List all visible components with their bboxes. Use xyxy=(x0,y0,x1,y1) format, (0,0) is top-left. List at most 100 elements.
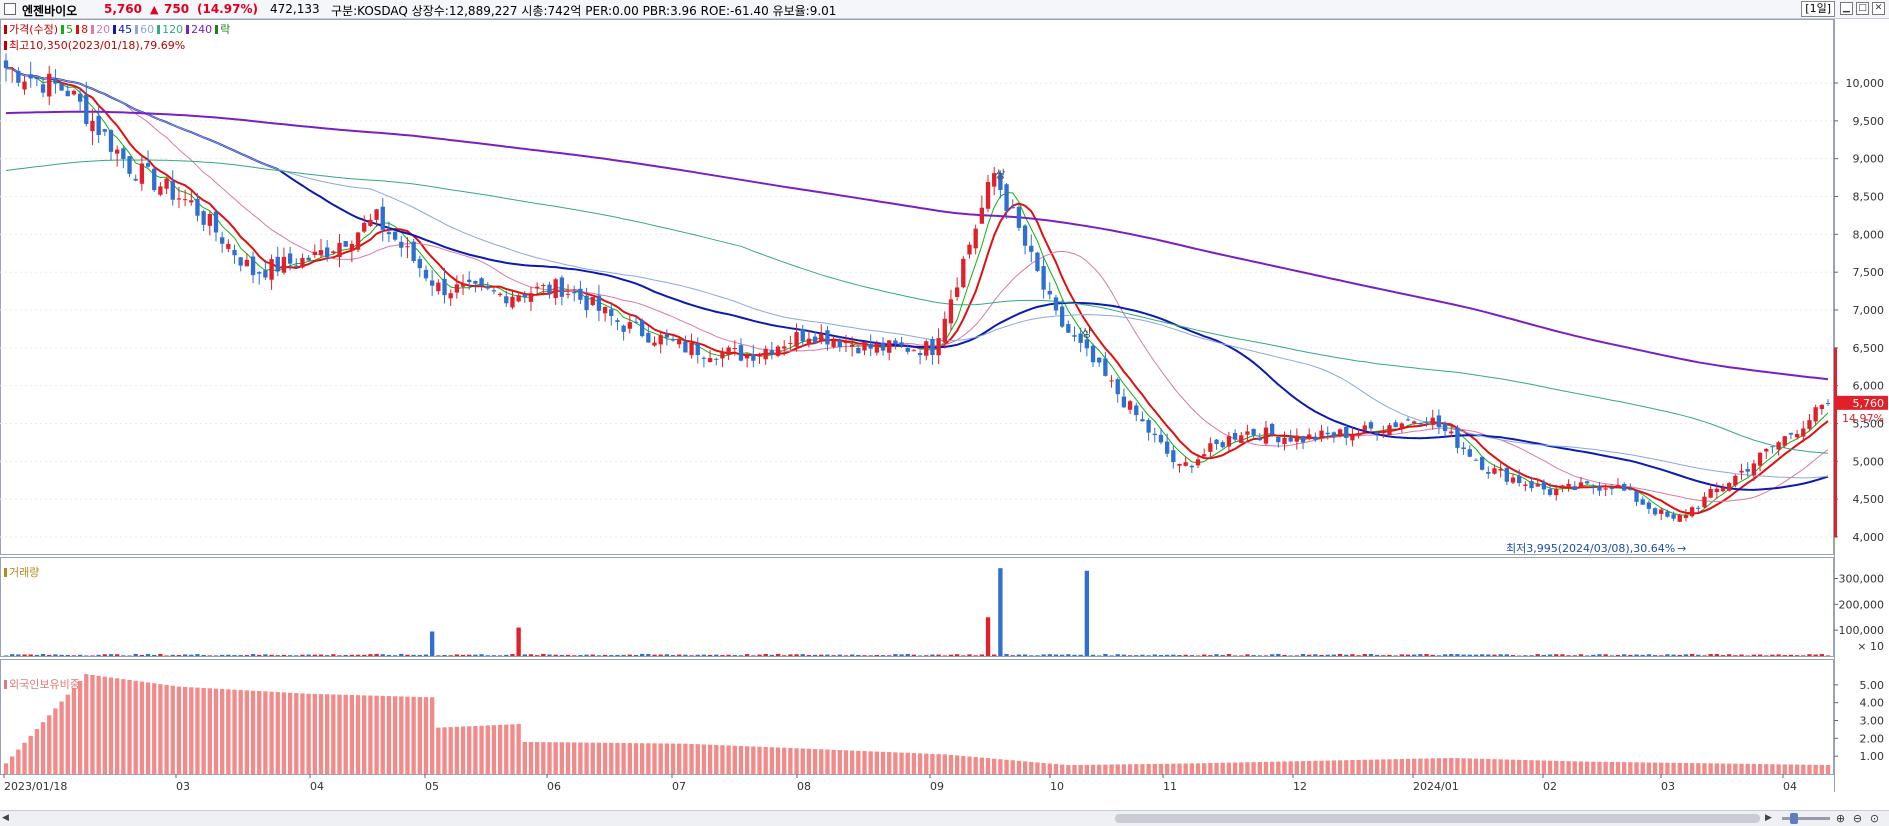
volume-bar xyxy=(331,654,336,656)
volume-bar xyxy=(1307,654,1312,656)
foreign-ownership-bar xyxy=(337,694,342,774)
foreign-ownership-bar xyxy=(1733,763,1738,774)
candle-body xyxy=(429,280,435,286)
candle-body xyxy=(1473,459,1479,461)
candle-body xyxy=(1368,422,1374,429)
foreign-ownership-bar xyxy=(1004,759,1009,774)
foreign-ownership-bar xyxy=(460,726,466,774)
legend-item[interactable]: 60 xyxy=(135,23,154,36)
zoom-slider-knob[interactable] xyxy=(1790,813,1798,824)
volume-bar xyxy=(788,654,793,656)
candle-body xyxy=(102,129,107,132)
zoom-in-icon[interactable]: ⊕ xyxy=(1834,812,1847,825)
foreign-ownership-bar xyxy=(1195,763,1201,774)
foreign-ownership-bar xyxy=(429,697,435,774)
volume-bar xyxy=(615,654,620,656)
volume-bar xyxy=(572,655,577,656)
candle-body xyxy=(1195,459,1201,466)
candle-body xyxy=(1146,419,1151,433)
candle-body xyxy=(720,351,725,359)
candle-body xyxy=(3,60,9,69)
period-selector[interactable]: [1일] xyxy=(1801,1,1835,17)
candle-body xyxy=(331,251,336,254)
foreign-ownership-bar xyxy=(1455,758,1460,774)
stock-name[interactable]: 엔젠바이오 xyxy=(22,2,77,19)
maximize-icon[interactable]: □ xyxy=(1856,2,1869,15)
volume-bar xyxy=(1418,654,1423,656)
volume-bar xyxy=(84,655,89,656)
candle-body xyxy=(1646,502,1652,509)
stock-checkbox[interactable] xyxy=(4,3,16,15)
foreign-ownership-bar xyxy=(695,744,700,774)
volume-bar xyxy=(207,655,212,656)
foreign-ownership-bar xyxy=(1541,760,1547,774)
legend-item[interactable]: 240 xyxy=(186,23,212,36)
foreign-ownership-bar xyxy=(1029,761,1034,774)
stock-chart[interactable]: 10,000 9,500 9,000 8,500 8,000 7,500 7,000 6,50… xyxy=(0,19,1889,810)
foreign-ownership-bar xyxy=(325,694,330,774)
candle-body xyxy=(1702,496,1707,508)
candle-body xyxy=(652,342,657,346)
zoom-out-icon[interactable]: ⊖ xyxy=(1851,812,1864,825)
candle-body xyxy=(917,353,923,356)
volume-bar xyxy=(1683,654,1689,656)
legend-item[interactable]: 120 xyxy=(157,23,183,36)
volume-bar xyxy=(887,655,892,656)
price-pane xyxy=(0,19,1834,555)
legend-item[interactable]: 20 xyxy=(91,23,110,36)
foreign-ownership-bar xyxy=(1325,760,1330,774)
volume-bar xyxy=(646,654,651,656)
foreign-ownership-bar xyxy=(763,746,768,774)
foreign-ownership-bar xyxy=(1158,763,1164,774)
legend-item[interactable]: 8 xyxy=(76,23,88,36)
foreign-ownership-bar xyxy=(34,729,40,774)
legend-item[interactable]: 45 xyxy=(113,23,132,36)
minimize-icon[interactable]: ▁ xyxy=(1840,2,1853,15)
zoom-reset-icon[interactable]: ⊙ xyxy=(1868,812,1881,825)
foreign-ownership-bar xyxy=(1183,763,1188,774)
foreign-ownership-bar xyxy=(609,742,614,774)
candle-body xyxy=(1801,428,1806,437)
foreign-ownership-bar xyxy=(1356,759,1361,774)
close-icon[interactable]: ✕ xyxy=(1872,2,1885,15)
volume-bar xyxy=(1226,654,1232,656)
foreign-ownership-bar xyxy=(1115,764,1120,774)
volume-bar xyxy=(250,654,256,656)
scroll-right-icon[interactable]: ▶ xyxy=(1765,813,1777,824)
foreign-ownership-bar xyxy=(825,749,830,774)
volume-bar xyxy=(325,655,330,656)
scroll-left-icon[interactable]: ◀ xyxy=(2,813,14,824)
candle-body xyxy=(368,219,373,226)
legend-item[interactable]: 락 xyxy=(215,21,230,37)
foreign-ownership-bar xyxy=(1689,763,1695,774)
candle-body xyxy=(1103,358,1108,376)
candle-body xyxy=(1819,404,1824,409)
candle-body xyxy=(71,90,77,95)
foreign-ownership-bar xyxy=(1214,762,1219,774)
legend-item[interactable]: 5 xyxy=(61,23,73,36)
up-arrow-icon: ▲ xyxy=(150,3,159,16)
foreign-ownership-bar xyxy=(1825,764,1831,774)
candle-body xyxy=(467,279,472,283)
volume-bar xyxy=(232,655,237,656)
candle-body xyxy=(924,341,929,356)
foreign-ownership-bar xyxy=(1251,762,1256,774)
foreign-ownership-bar xyxy=(565,742,571,774)
foreign-ownership-bar xyxy=(250,690,256,774)
volume-bar xyxy=(720,655,725,656)
legend-item[interactable]: 가격(수정) xyxy=(4,21,58,37)
candle-body xyxy=(782,346,787,349)
time-scrollbar[interactable]: ◀ ▶ ⊕ ⊖ ⊙ xyxy=(0,810,1889,826)
foreign-ownership-bar xyxy=(1764,764,1769,774)
scroll-thumb[interactable] xyxy=(1115,814,1760,823)
price-change: 750 xyxy=(164,2,190,16)
foreign-ownership-bar xyxy=(627,743,632,774)
candle-body xyxy=(1276,437,1281,443)
candle-body xyxy=(1183,462,1188,466)
candle-body xyxy=(1720,487,1726,492)
foreign-ownership-bar xyxy=(534,742,540,774)
candle-body xyxy=(1331,432,1337,437)
candle-body xyxy=(1578,482,1584,488)
foreign-tick-label: 1.00 xyxy=(1860,750,1885,763)
foreign-ownership-bar xyxy=(244,690,250,774)
